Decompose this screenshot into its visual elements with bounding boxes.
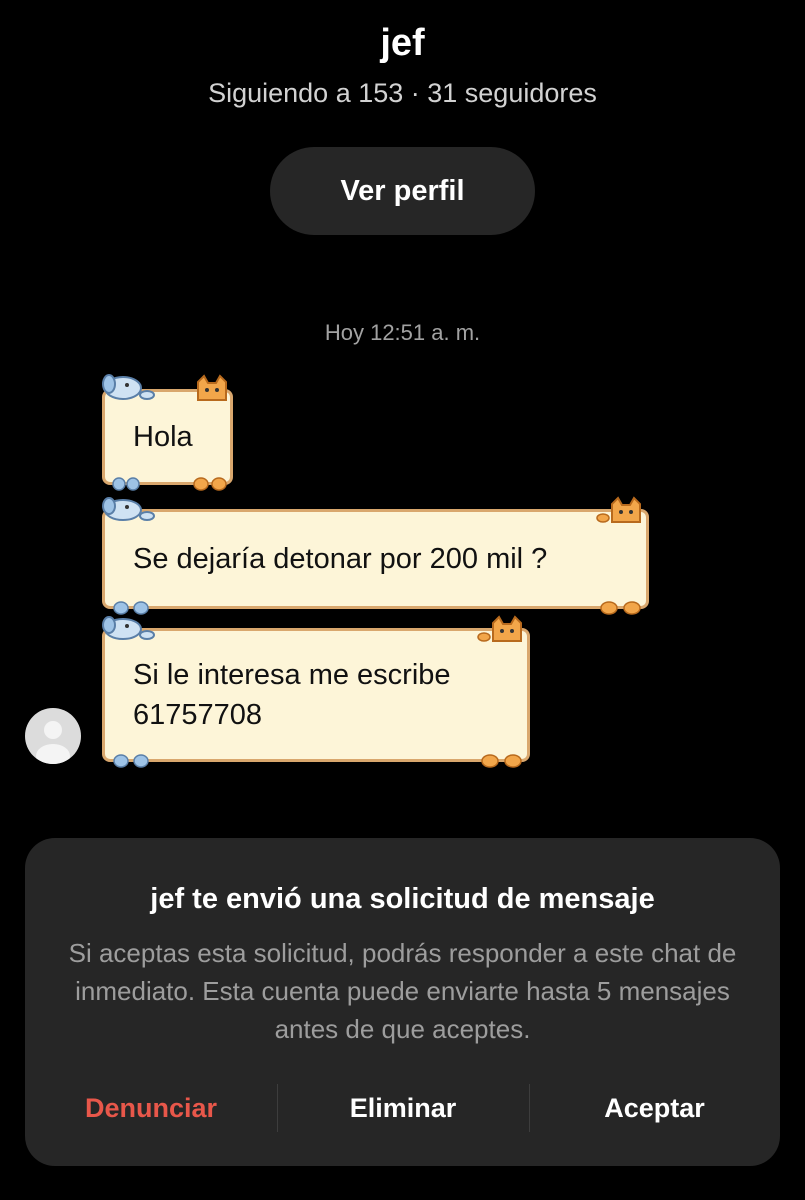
report-button[interactable]: Denunciar — [25, 1078, 277, 1138]
dog-icon — [101, 370, 157, 400]
cat-icon — [596, 496, 650, 524]
message-text: Hola — [133, 421, 193, 453]
message-timestamp: Hoy 12:51 a. m. — [324, 320, 481, 345]
paw-icon — [598, 600, 644, 616]
dog-icon — [101, 613, 157, 641]
default-avatar-icon[interactable] — [25, 708, 81, 764]
message-bubble[interactable]: Hola — [102, 374, 233, 491]
view-profile-button[interactable]: Ver perfil — [270, 147, 535, 235]
paw-icon — [192, 476, 228, 492]
delete-button[interactable]: Eliminar — [277, 1078, 529, 1138]
cat-icon — [477, 615, 531, 643]
paw-icon — [479, 753, 525, 769]
accept-button[interactable]: Aceptar — [529, 1078, 780, 1138]
message-bubble[interactable]: Si le interesa me escribe 61757708 — [102, 615, 530, 768]
dog-icon — [101, 494, 157, 522]
contact-name: jef — [380, 22, 425, 64]
contact-stats: Siguiendo a 153 · 31 seguidores — [208, 78, 597, 108]
message-request-panel: jef te envió una solicitud de mensaje Si… — [25, 838, 780, 1166]
request-description: Si aceptas esta solicitud, podrás respon… — [68, 938, 737, 1044]
message-bubble[interactable]: Se dejaría detonar por 200 mil ? — [102, 496, 649, 615]
message-text: Se dejaría detonar por 200 mil ? — [133, 543, 548, 575]
request-title: jef te envió una solicitud de mensaje — [150, 883, 655, 915]
paw-icon — [111, 476, 141, 492]
cat-icon — [192, 374, 232, 402]
paw-icon — [111, 753, 151, 769]
message-text: Si le interesa me escribe 61757708 — [133, 659, 451, 731]
request-actions: Denunciar Eliminar Aceptar — [25, 1078, 780, 1138]
